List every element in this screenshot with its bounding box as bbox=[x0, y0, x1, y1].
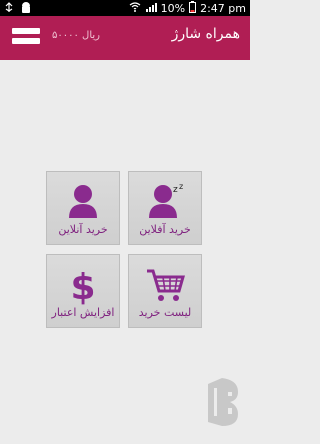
shopping-cart-icon bbox=[143, 265, 187, 309]
menu-line bbox=[12, 38, 40, 44]
svg-text:z: z bbox=[173, 185, 178, 195]
svg-text:$: $ bbox=[70, 267, 95, 305]
menu-line bbox=[12, 28, 40, 34]
app-bar: ۵۰۰۰۰ ریال همراه شارژ bbox=[0, 16, 250, 60]
online-purchase-button[interactable]: خرید آنلاین bbox=[46, 171, 120, 245]
user-sleep-icon: z z bbox=[143, 182, 187, 226]
clock: 2:47 pm bbox=[200, 2, 246, 15]
status-bar: 10% 2:47 pm bbox=[0, 0, 250, 16]
user-icon bbox=[61, 182, 105, 226]
increase-credit-button[interactable]: $ افزایش اعتبار bbox=[46, 254, 120, 328]
page-title: همراه شارژ bbox=[171, 26, 240, 42]
menu-button[interactable] bbox=[12, 28, 40, 48]
battery-icon bbox=[189, 1, 197, 17]
tile-label: افزایش اعتبار bbox=[51, 306, 115, 319]
dollar-icon: $ bbox=[61, 265, 105, 309]
tile-label: خرید آفلاین bbox=[139, 223, 191, 236]
svg-text:z: z bbox=[179, 182, 183, 191]
balance-text: ۵۰۰۰۰ ریال bbox=[52, 30, 100, 41]
tile-label: لیست خرید bbox=[138, 306, 192, 319]
wifi-icon bbox=[129, 1, 141, 17]
app-logo-icon bbox=[202, 374, 242, 434]
purchase-list-button[interactable]: لیست خرید bbox=[128, 254, 202, 328]
usb-icon bbox=[4, 2, 14, 17]
battery-percent: 10% bbox=[160, 2, 186, 15]
signal-bars-icon bbox=[145, 1, 157, 17]
offline-purchase-button[interactable]: z z خرید آفلاین bbox=[128, 171, 202, 245]
android-icon bbox=[20, 2, 32, 17]
tile-label: خرید آنلاین bbox=[58, 223, 108, 236]
